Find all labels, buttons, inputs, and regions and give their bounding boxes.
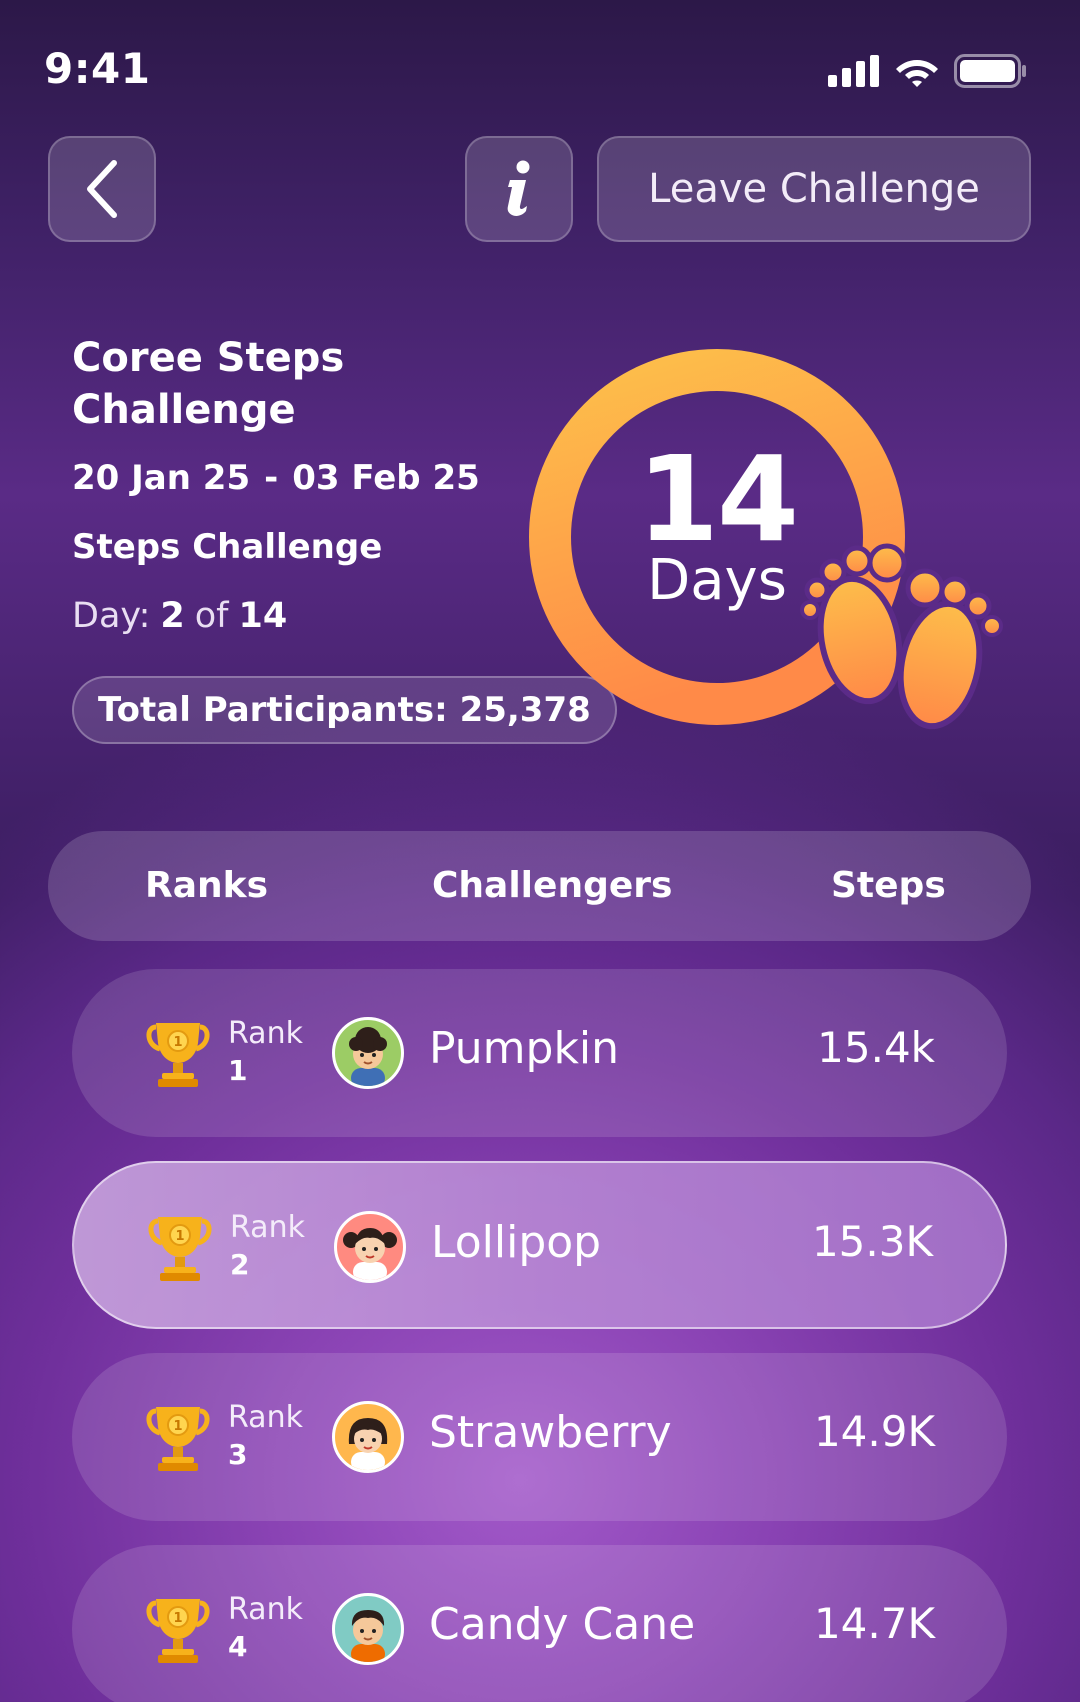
challenger-name: Strawberry — [429, 1407, 672, 1458]
svg-text:1: 1 — [173, 1035, 182, 1050]
avatar — [332, 1593, 404, 1665]
challenge-type: Steps Challenge — [72, 527, 383, 567]
boy-avatar-icon — [351, 1610, 385, 1662]
trophy-icon: 1 — [146, 1407, 210, 1471]
challenge-title: Coree Steps Challenge — [72, 335, 345, 433]
step-count: 15.4k — [817, 1023, 935, 1072]
leaderboard-row-current-user[interactable]: 1 Rank 2 Lollipop 15.3K — [72, 1161, 1007, 1329]
boy-curly-avatar-icon — [349, 1027, 387, 1086]
rank-number: 1 — [228, 1054, 248, 1087]
girl-pigtails-avatar-icon — [343, 1228, 397, 1280]
duration-number: 14 — [636, 430, 799, 568]
chevron-left-icon — [87, 160, 117, 218]
rank-label: Rank — [228, 1400, 303, 1435]
challenge-dates: 20 Jan 25 - 03 Feb 25 — [72, 458, 480, 498]
status-icons — [828, 52, 1028, 90]
day-of: of — [194, 596, 229, 636]
leave-challenge-button[interactable]: Leave Challenge — [597, 136, 1031, 242]
trophy-icon: 1 — [146, 1599, 210, 1663]
end-date: 03 Feb 25 — [292, 458, 480, 498]
cellular-signal-icon — [828, 55, 879, 87]
leaderboard-row[interactable]: 1 Rank 4 Candy Cane 14.7K — [72, 1545, 1007, 1702]
info-button[interactable] — [465, 136, 573, 242]
avatar — [334, 1211, 406, 1283]
rank-number: 3 — [228, 1438, 248, 1471]
col-challengers: Challengers — [432, 865, 673, 906]
leaderboard-row[interactable]: 1 Rank 3 Strawberry 14.9K — [72, 1353, 1007, 1521]
duration-unit: Days — [647, 548, 787, 613]
svg-text:1: 1 — [173, 1419, 182, 1434]
trophy-icon: 1 — [146, 1023, 210, 1087]
challenger-name: Lollipop — [431, 1217, 602, 1268]
rank-label: Rank — [228, 1016, 303, 1051]
leaderboard-row[interactable]: 1 Rank 1 Pumpkin 15.4k — [72, 969, 1007, 1137]
avatar — [332, 1017, 404, 1089]
day-current: 2 — [160, 596, 185, 636]
col-ranks: Ranks — [145, 865, 269, 906]
girl-avatar-icon — [348, 1418, 388, 1470]
step-count: 15.3K — [811, 1217, 933, 1266]
wifi-icon — [896, 60, 938, 87]
start-date: 20 Jan 25 — [72, 458, 251, 498]
status-time: 9:41 — [44, 44, 151, 93]
col-steps: Steps — [831, 865, 946, 906]
date-separator: - — [264, 458, 279, 498]
info-icon — [507, 160, 530, 216]
rank-label: Rank — [230, 1210, 305, 1245]
rank-number: 2 — [230, 1248, 250, 1281]
day-total: 14 — [238, 596, 288, 636]
back-button[interactable] — [48, 136, 156, 242]
trophy-icon: 1 — [148, 1217, 212, 1281]
rank-label: Rank — [228, 1592, 303, 1627]
challenger-name: Pumpkin — [429, 1023, 620, 1074]
step-count: 14.7K — [813, 1599, 935, 1648]
rank-number: 4 — [228, 1630, 248, 1663]
challenge-day-progress: Day: 2 of 14 — [72, 596, 287, 636]
svg-text:1: 1 — [175, 1229, 184, 1244]
challenger-name: Candy Cane — [429, 1599, 696, 1650]
svg-text:1: 1 — [173, 1611, 182, 1626]
day-label: Day: — [72, 596, 151, 636]
avatar — [332, 1401, 404, 1473]
battery-icon — [954, 54, 1026, 88]
step-count: 14.9K — [813, 1407, 935, 1456]
leaderboard-header: Ranks Challengers Steps — [48, 831, 1031, 941]
